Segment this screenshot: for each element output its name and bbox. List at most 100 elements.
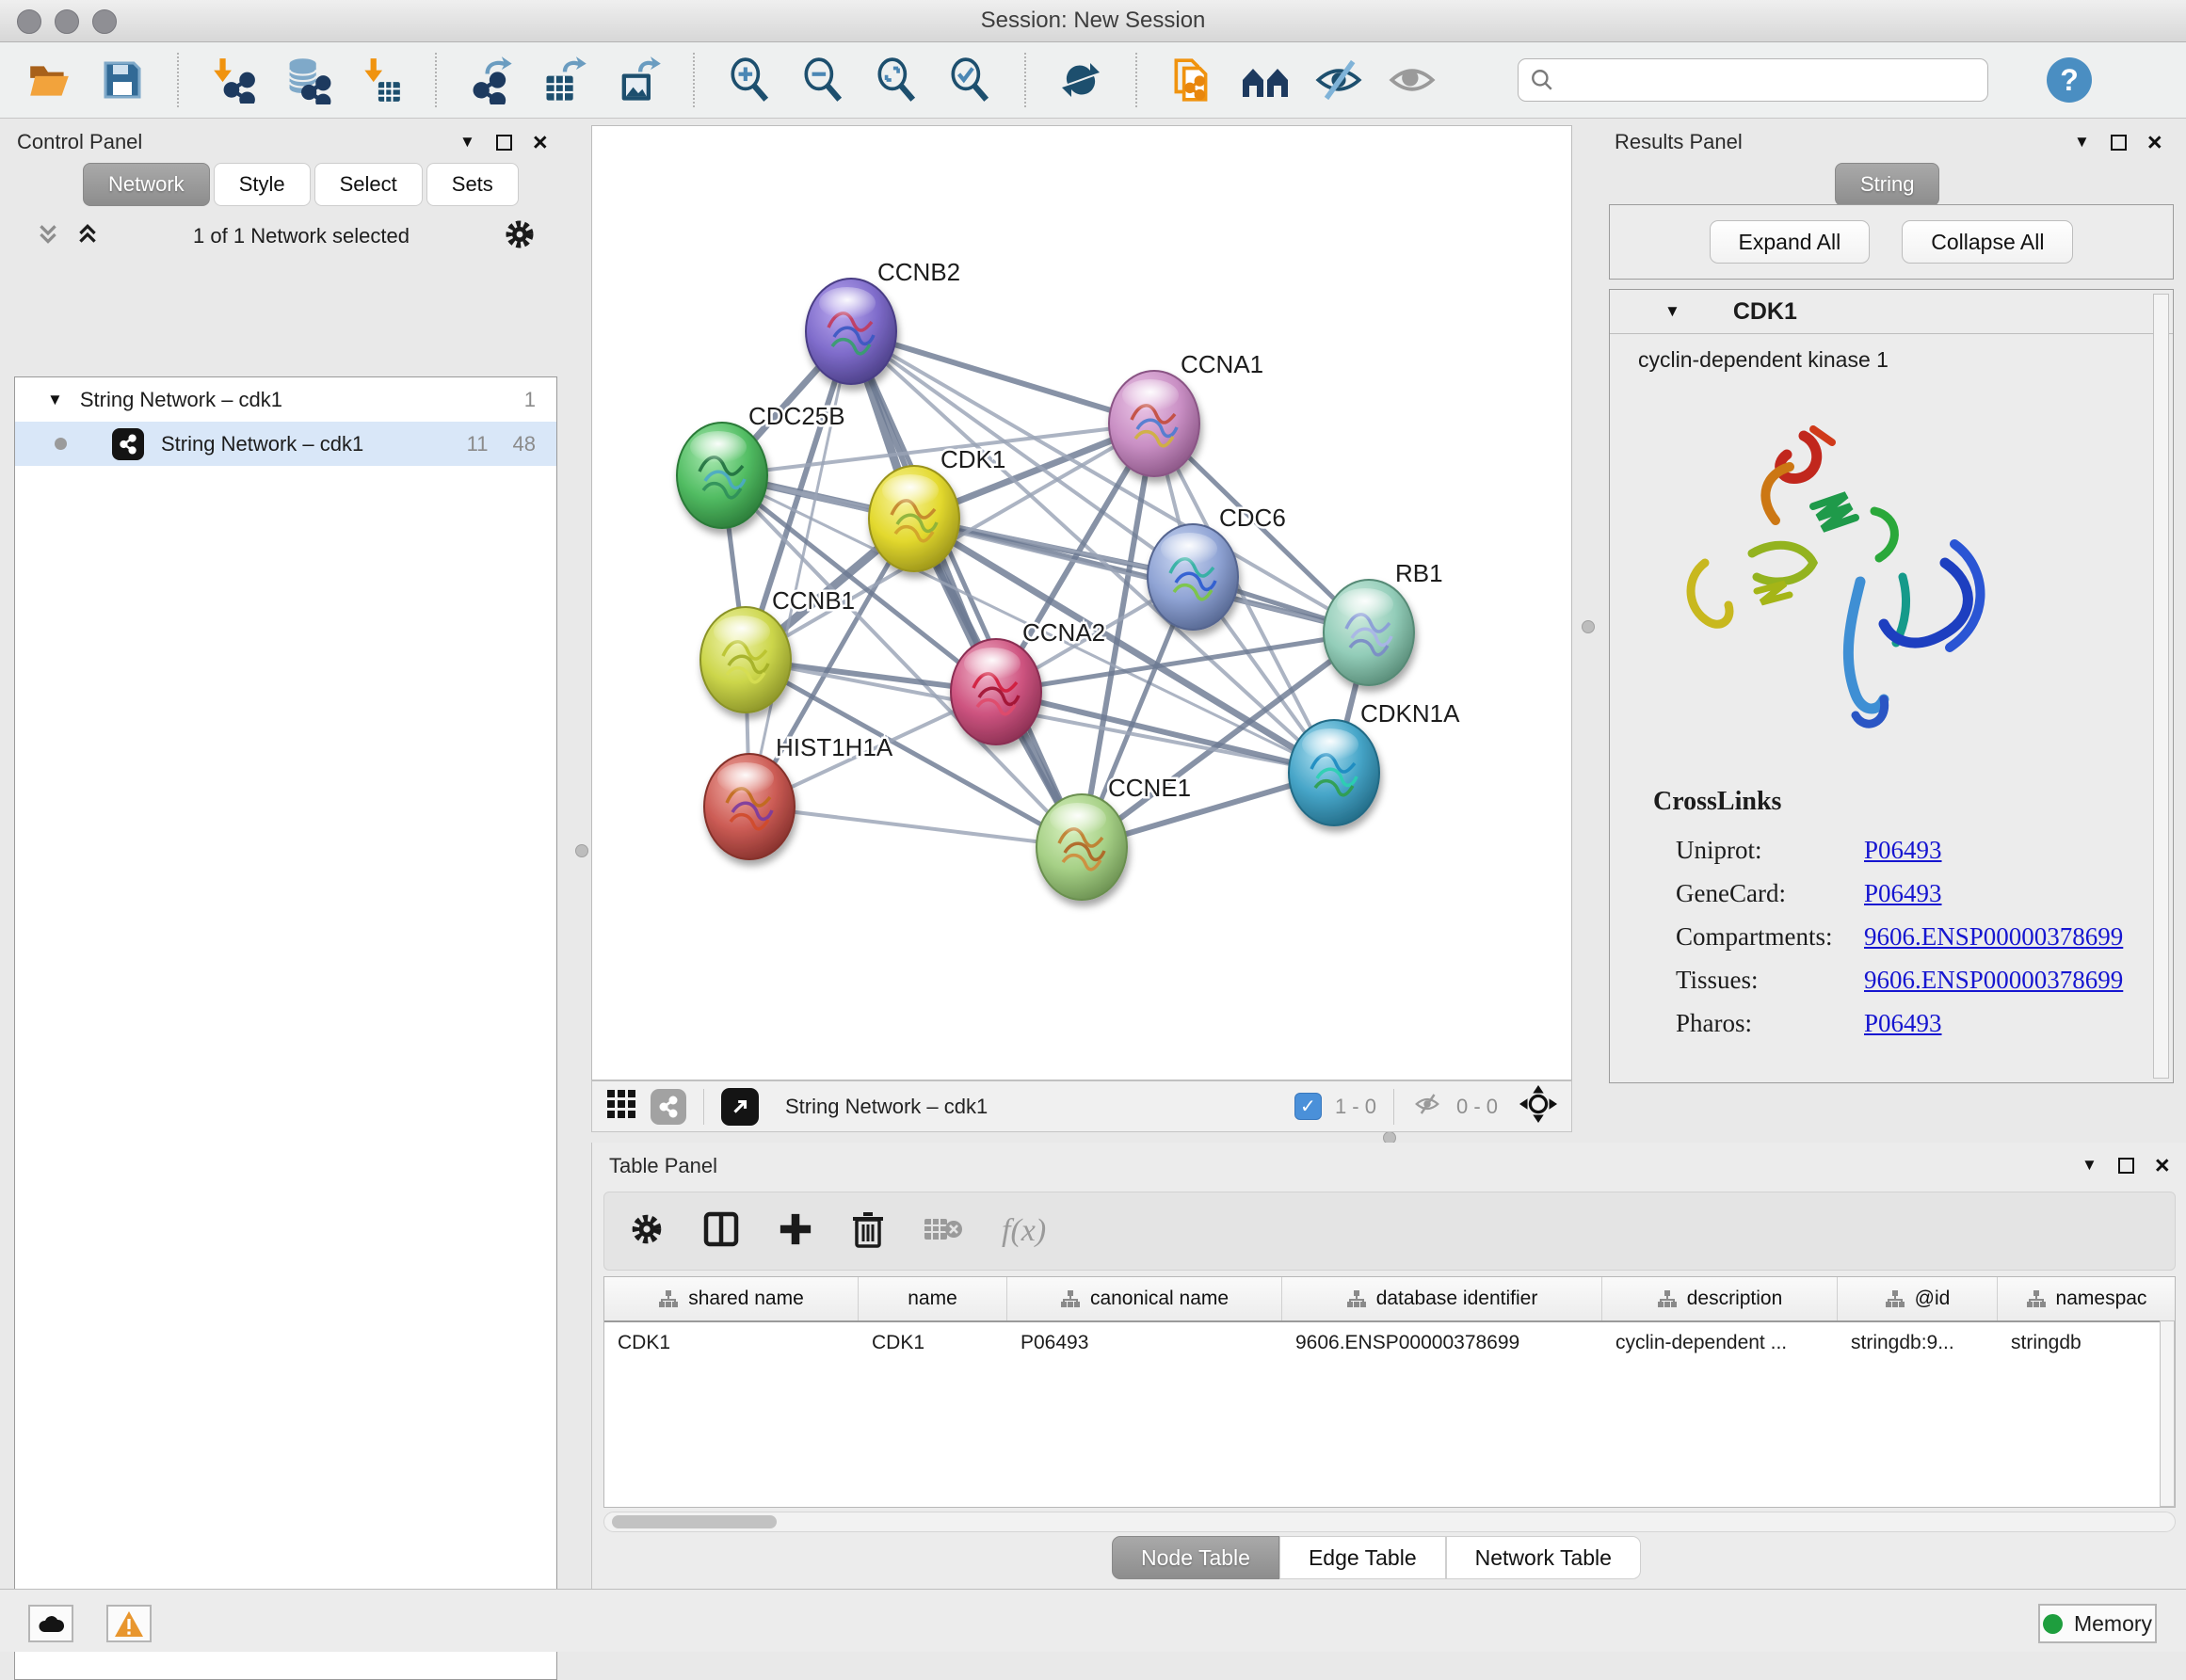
section-collapse-icon[interactable]: ▼ (1664, 302, 1680, 321)
network-node-ccnb1[interactable]: CCNB1 (700, 586, 855, 712)
close-panel-icon[interactable]: × (533, 135, 548, 151)
crosslink-value[interactable]: P06493 (1864, 828, 1942, 872)
hide-selected-button[interactable] (1314, 56, 1363, 104)
hidden-eye-icon[interactable] (1411, 1090, 1443, 1124)
create-column-plus-icon[interactable] (778, 1211, 813, 1252)
import-network-from-database-button[interactable] (282, 56, 331, 104)
export-network-button[interactable] (467, 56, 516, 104)
tab-node-table[interactable]: Node Table (1112, 1536, 1279, 1579)
zoom-in-button[interactable] (725, 56, 774, 104)
network-edge (749, 807, 1082, 847)
cell-canonical-name[interactable]: P06493 (1007, 1322, 1282, 1364)
cloud-status-button[interactable] (28, 1605, 73, 1642)
scrollbar-thumb[interactable] (612, 1515, 777, 1528)
column-header[interactable]: namespac (1998, 1277, 2175, 1320)
open-in-new-window-icon[interactable] (721, 1088, 759, 1126)
selected-checkbox-icon[interactable]: ✓ (1294, 1093, 1322, 1120)
expand-all-networks-icon[interactable] (36, 222, 60, 251)
tab-select[interactable]: Select (314, 163, 423, 206)
hierarchy-icon (658, 1289, 679, 1308)
tab-network-table[interactable]: Network Table (1446, 1536, 1641, 1579)
crosslink-value[interactable]: P06493 (1864, 872, 1942, 915)
maximize-panel-icon[interactable] (496, 135, 512, 151)
warnings-button[interactable] (106, 1605, 152, 1642)
network-node-cdk1[interactable]: CDK1 (869, 445, 1005, 571)
network-row-selected[interactable]: String Network – cdk1 11 48 (15, 422, 556, 466)
column-header[interactable]: database identifier (1282, 1277, 1602, 1320)
zoom-fit-button[interactable] (872, 56, 921, 104)
search-input[interactable] (1554, 67, 1963, 93)
left-splitter-handle[interactable] (575, 844, 588, 857)
cell-name[interactable]: CDK1 (859, 1322, 1007, 1364)
network-collection-row[interactable]: ▼ String Network – cdk1 1 (15, 377, 556, 422)
show-columns-icon[interactable] (702, 1210, 740, 1253)
tab-string[interactable]: String (1835, 163, 1939, 206)
close-panel-icon[interactable]: × (2147, 135, 2162, 151)
maximize-panel-icon[interactable] (2111, 135, 2127, 151)
collapse-all-networks-icon[interactable] (75, 222, 100, 251)
tab-style[interactable]: Style (214, 163, 311, 206)
cell-database-identifier[interactable]: 9606.ENSP00000378699 (1282, 1322, 1602, 1364)
cdk1-section-header[interactable]: ▼ CDK1 (1610, 290, 2173, 334)
float-panel-icon[interactable]: ▼ (459, 133, 475, 152)
crosslink-value[interactable]: P06493 (1864, 1001, 1942, 1045)
table-row[interactable]: CDK1 CDK1 P06493 9606.ENSP00000378699 cy… (604, 1322, 2175, 1364)
help-button[interactable]: ? (2047, 57, 2092, 103)
table-settings-gear-icon[interactable] (629, 1211, 665, 1252)
network-node-rb1[interactable]: RB1 (1324, 559, 1443, 685)
network-node-hist1h1a[interactable]: HIST1H1A (704, 733, 893, 859)
column-header[interactable]: canonical name (1007, 1277, 1282, 1320)
column-header[interactable]: shared name (604, 1277, 859, 1320)
zoom-out-button[interactable] (798, 56, 847, 104)
cell-description[interactable]: cyclin-dependent ... (1602, 1322, 1838, 1364)
cell-shared-name[interactable]: CDK1 (604, 1322, 859, 1364)
network-node-cdc6[interactable]: CDC6 (1148, 504, 1286, 630)
network-node-ccna1[interactable]: CCNA1 (1109, 350, 1263, 476)
tab-sets[interactable]: Sets (426, 163, 519, 206)
maximize-panel-icon[interactable] (2118, 1158, 2134, 1174)
expand-all-button[interactable]: Expand All (1710, 220, 1871, 264)
float-panel-icon[interactable]: ▼ (2074, 133, 2090, 152)
right-splitter-handle[interactable] (1582, 620, 1595, 633)
first-neighbors-button[interactable] (1241, 56, 1290, 104)
tab-edge-table[interactable]: Edge Table (1279, 1536, 1446, 1579)
save-session-button[interactable] (98, 56, 147, 104)
network-share-icon[interactable] (651, 1089, 686, 1125)
close-panel-icon[interactable]: × (2155, 1158, 2170, 1174)
birdseye-crosshair-icon[interactable] (1519, 1084, 1558, 1129)
apply-layout-button[interactable] (1056, 56, 1105, 104)
string-network-graph[interactable]: CCNB2CCNA1CDC25BCDK1CDC6RB1CCNB1CCNA2CDK… (592, 126, 1571, 1080)
import-table-button[interactable] (356, 56, 405, 104)
crosslink-value[interactable]: 9606.ENSP00000378699 (1864, 915, 2123, 958)
network-node-ccnb2[interactable]: CCNB2 (806, 258, 960, 384)
birdseye-grid-icon[interactable] (605, 1088, 637, 1126)
network-node-cdkn1a[interactable]: CDKN1A (1289, 699, 1460, 825)
float-panel-icon[interactable]: ▼ (2082, 1156, 2098, 1175)
open-session-button[interactable] (24, 56, 73, 104)
zoom-selected-button[interactable] (945, 56, 994, 104)
crosslink-value[interactable]: 9606.ENSP00000378699 (1864, 958, 2123, 1001)
export-image-button[interactable] (614, 56, 663, 104)
column-header[interactable]: description (1602, 1277, 1838, 1320)
network-options-gear-icon[interactable] (503, 217, 537, 256)
column-header[interactable]: @id (1838, 1277, 1998, 1320)
column-header[interactable]: name (859, 1277, 1007, 1320)
close-window-button[interactable] (17, 9, 41, 34)
tab-network[interactable]: Network (83, 163, 210, 206)
network-canvas[interactable]: CCNB2CCNA1CDC25BCDK1CDC6RB1CCNB1CCNA2CDK… (591, 125, 1572, 1080)
show-all-button[interactable] (1388, 56, 1437, 104)
collapse-all-button[interactable]: Collapse All (1902, 220, 2073, 264)
minimize-window-button[interactable] (55, 9, 79, 34)
cell-namespace[interactable]: stringdb (1998, 1322, 2175, 1364)
import-network-button[interactable] (209, 56, 258, 104)
results-vertical-scrollbar[interactable] (2153, 294, 2169, 1079)
cell-id[interactable]: stringdb:9... (1838, 1322, 1998, 1364)
new-network-from-selection-button[interactable] (1167, 56, 1216, 104)
zoom-window-button[interactable] (92, 9, 117, 34)
delete-column-trash-icon[interactable] (851, 1210, 885, 1253)
table-vertical-scrollbar[interactable] (2160, 1320, 2175, 1507)
table-horizontal-scrollbar[interactable] (603, 1512, 2176, 1532)
export-table-button[interactable] (540, 56, 589, 104)
memory-button[interactable]: Memory (2038, 1604, 2157, 1643)
collection-expander-icon[interactable]: ▼ (47, 391, 63, 409)
